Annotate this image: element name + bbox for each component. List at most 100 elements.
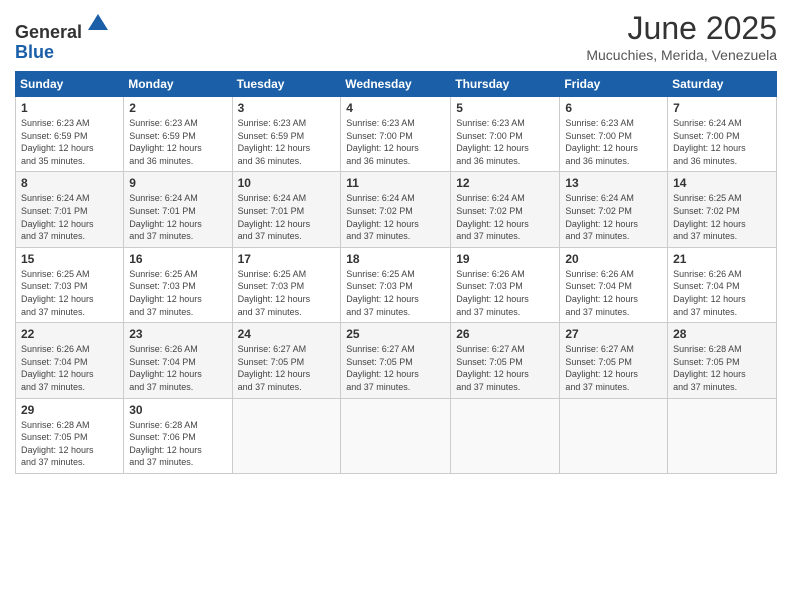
day-info: Sunrise: 6:23 AM Sunset: 6:59 PM Dayligh… bbox=[129, 117, 226, 167]
day-number: 18 bbox=[346, 252, 445, 266]
day-cell-28: 28 Sunrise: 6:28 AM Sunset: 7:05 PM Dayl… bbox=[668, 323, 777, 398]
day-number: 6 bbox=[565, 101, 662, 115]
day-number: 28 bbox=[673, 327, 771, 341]
day-cell-16: 16 Sunrise: 6:25 AM Sunset: 7:03 PM Dayl… bbox=[124, 247, 232, 322]
day-info: Sunrise: 6:23 AM Sunset: 6:59 PM Dayligh… bbox=[238, 117, 336, 167]
header-tuesday: Tuesday bbox=[232, 72, 341, 97]
day-number: 15 bbox=[21, 252, 118, 266]
logo-blue-text: Blue bbox=[15, 42, 54, 62]
day-number: 23 bbox=[129, 327, 226, 341]
day-info: Sunrise: 6:25 AM Sunset: 7:02 PM Dayligh… bbox=[673, 192, 771, 242]
logo-icon bbox=[84, 10, 112, 38]
day-number: 8 bbox=[21, 176, 118, 190]
day-info: Sunrise: 6:28 AM Sunset: 7:05 PM Dayligh… bbox=[673, 343, 771, 393]
day-cell-27: 27 Sunrise: 6:27 AM Sunset: 7:05 PM Dayl… bbox=[560, 323, 668, 398]
day-info: Sunrise: 6:25 AM Sunset: 7:03 PM Dayligh… bbox=[346, 268, 445, 318]
day-number: 24 bbox=[238, 327, 336, 341]
day-number: 9 bbox=[129, 176, 226, 190]
day-info: Sunrise: 6:27 AM Sunset: 7:05 PM Dayligh… bbox=[565, 343, 662, 393]
calendar-week-3: 15 Sunrise: 6:25 AM Sunset: 7:03 PM Dayl… bbox=[16, 247, 777, 322]
day-info: Sunrise: 6:25 AM Sunset: 7:03 PM Dayligh… bbox=[21, 268, 118, 318]
day-number: 27 bbox=[565, 327, 662, 341]
day-number: 30 bbox=[129, 403, 226, 417]
day-cell-12: 12 Sunrise: 6:24 AM Sunset: 7:02 PM Dayl… bbox=[451, 172, 560, 247]
calendar-week-1: 1 Sunrise: 6:23 AM Sunset: 6:59 PM Dayli… bbox=[16, 97, 777, 172]
header-friday: Friday bbox=[560, 72, 668, 97]
day-info: Sunrise: 6:26 AM Sunset: 7:04 PM Dayligh… bbox=[21, 343, 118, 393]
day-cell-18: 18 Sunrise: 6:25 AM Sunset: 7:03 PM Dayl… bbox=[341, 247, 451, 322]
logo-general-text: General bbox=[15, 22, 82, 42]
day-cell-14: 14 Sunrise: 6:25 AM Sunset: 7:02 PM Dayl… bbox=[668, 172, 777, 247]
day-cell-15: 15 Sunrise: 6:25 AM Sunset: 7:03 PM Dayl… bbox=[16, 247, 124, 322]
day-cell-6: 6 Sunrise: 6:23 AM Sunset: 7:00 PM Dayli… bbox=[560, 97, 668, 172]
day-number: 10 bbox=[238, 176, 336, 190]
header-sunday: Sunday bbox=[16, 72, 124, 97]
day-number: 16 bbox=[129, 252, 226, 266]
day-info: Sunrise: 6:24 AM Sunset: 7:00 PM Dayligh… bbox=[673, 117, 771, 167]
day-cell-1: 1 Sunrise: 6:23 AM Sunset: 6:59 PM Dayli… bbox=[16, 97, 124, 172]
day-cell-29: 29 Sunrise: 6:28 AM Sunset: 7:05 PM Dayl… bbox=[16, 398, 124, 473]
header-saturday: Saturday bbox=[668, 72, 777, 97]
day-number: 29 bbox=[21, 403, 118, 417]
day-info: Sunrise: 6:27 AM Sunset: 7:05 PM Dayligh… bbox=[238, 343, 336, 393]
day-cell-26: 26 Sunrise: 6:27 AM Sunset: 7:05 PM Dayl… bbox=[451, 323, 560, 398]
day-number: 19 bbox=[456, 252, 554, 266]
day-info: Sunrise: 6:26 AM Sunset: 7:03 PM Dayligh… bbox=[456, 268, 554, 318]
header: General Blue June 2025 Mucuchies, Merida… bbox=[15, 10, 777, 63]
day-number: 22 bbox=[21, 327, 118, 341]
day-number: 21 bbox=[673, 252, 771, 266]
calendar-week-2: 8 Sunrise: 6:24 AM Sunset: 7:01 PM Dayli… bbox=[16, 172, 777, 247]
day-cell-8: 8 Sunrise: 6:24 AM Sunset: 7:01 PM Dayli… bbox=[16, 172, 124, 247]
logo: General Blue bbox=[15, 10, 112, 63]
day-info: Sunrise: 6:24 AM Sunset: 7:01 PM Dayligh… bbox=[238, 192, 336, 242]
title-location: Mucuchies, Merida, Venezuela bbox=[586, 47, 777, 63]
day-cell-9: 9 Sunrise: 6:24 AM Sunset: 7:01 PM Dayli… bbox=[124, 172, 232, 247]
day-info: Sunrise: 6:28 AM Sunset: 7:06 PM Dayligh… bbox=[129, 419, 226, 469]
day-number: 4 bbox=[346, 101, 445, 115]
day-info: Sunrise: 6:24 AM Sunset: 7:02 PM Dayligh… bbox=[565, 192, 662, 242]
day-cell-25: 25 Sunrise: 6:27 AM Sunset: 7:05 PM Dayl… bbox=[341, 323, 451, 398]
day-cell-3: 3 Sunrise: 6:23 AM Sunset: 6:59 PM Dayli… bbox=[232, 97, 341, 172]
day-cell-5: 5 Sunrise: 6:23 AM Sunset: 7:00 PM Dayli… bbox=[451, 97, 560, 172]
day-number: 2 bbox=[129, 101, 226, 115]
day-info: Sunrise: 6:28 AM Sunset: 7:05 PM Dayligh… bbox=[21, 419, 118, 469]
day-cell-19: 19 Sunrise: 6:26 AM Sunset: 7:03 PM Dayl… bbox=[451, 247, 560, 322]
day-info: Sunrise: 6:26 AM Sunset: 7:04 PM Dayligh… bbox=[673, 268, 771, 318]
day-cell-13: 13 Sunrise: 6:24 AM Sunset: 7:02 PM Dayl… bbox=[560, 172, 668, 247]
day-cell-11: 11 Sunrise: 6:24 AM Sunset: 7:02 PM Dayl… bbox=[341, 172, 451, 247]
day-number: 14 bbox=[673, 176, 771, 190]
day-info: Sunrise: 6:24 AM Sunset: 7:01 PM Dayligh… bbox=[129, 192, 226, 242]
day-cell-23: 23 Sunrise: 6:26 AM Sunset: 7:04 PM Dayl… bbox=[124, 323, 232, 398]
day-cell-24: 24 Sunrise: 6:27 AM Sunset: 7:05 PM Dayl… bbox=[232, 323, 341, 398]
day-number: 26 bbox=[456, 327, 554, 341]
day-number: 11 bbox=[346, 176, 445, 190]
day-info: Sunrise: 6:23 AM Sunset: 7:00 PM Dayligh… bbox=[346, 117, 445, 167]
header-monday: Monday bbox=[124, 72, 232, 97]
day-info: Sunrise: 6:25 AM Sunset: 7:03 PM Dayligh… bbox=[238, 268, 336, 318]
day-info: Sunrise: 6:27 AM Sunset: 7:05 PM Dayligh… bbox=[456, 343, 554, 393]
day-cell-17: 17 Sunrise: 6:25 AM Sunset: 7:03 PM Dayl… bbox=[232, 247, 341, 322]
day-info: Sunrise: 6:24 AM Sunset: 7:02 PM Dayligh… bbox=[346, 192, 445, 242]
day-info: Sunrise: 6:26 AM Sunset: 7:04 PM Dayligh… bbox=[565, 268, 662, 318]
day-number: 13 bbox=[565, 176, 662, 190]
day-cell-30: 30 Sunrise: 6:28 AM Sunset: 7:06 PM Dayl… bbox=[124, 398, 232, 473]
day-cell-20: 20 Sunrise: 6:26 AM Sunset: 7:04 PM Dayl… bbox=[560, 247, 668, 322]
day-cell-7: 7 Sunrise: 6:24 AM Sunset: 7:00 PM Dayli… bbox=[668, 97, 777, 172]
day-number: 3 bbox=[238, 101, 336, 115]
day-number: 25 bbox=[346, 327, 445, 341]
day-info: Sunrise: 6:24 AM Sunset: 7:02 PM Dayligh… bbox=[456, 192, 554, 242]
day-info: Sunrise: 6:23 AM Sunset: 7:00 PM Dayligh… bbox=[456, 117, 554, 167]
title-block: June 2025 Mucuchies, Merida, Venezuela bbox=[586, 10, 777, 63]
day-cell-2: 2 Sunrise: 6:23 AM Sunset: 6:59 PM Dayli… bbox=[124, 97, 232, 172]
calendar-table: Sunday Monday Tuesday Wednesday Thursday… bbox=[15, 71, 777, 474]
day-number: 12 bbox=[456, 176, 554, 190]
calendar-week-4: 22 Sunrise: 6:26 AM Sunset: 7:04 PM Dayl… bbox=[16, 323, 777, 398]
header-thursday: Thursday bbox=[451, 72, 560, 97]
page: General Blue June 2025 Mucuchies, Merida… bbox=[0, 0, 792, 612]
day-cell-10: 10 Sunrise: 6:24 AM Sunset: 7:01 PM Dayl… bbox=[232, 172, 341, 247]
day-cell-4: 4 Sunrise: 6:23 AM Sunset: 7:00 PM Dayli… bbox=[341, 97, 451, 172]
day-info: Sunrise: 6:24 AM Sunset: 7:01 PM Dayligh… bbox=[21, 192, 118, 242]
day-info: Sunrise: 6:23 AM Sunset: 6:59 PM Dayligh… bbox=[21, 117, 118, 167]
day-cell-22: 22 Sunrise: 6:26 AM Sunset: 7:04 PM Dayl… bbox=[16, 323, 124, 398]
header-wednesday: Wednesday bbox=[341, 72, 451, 97]
